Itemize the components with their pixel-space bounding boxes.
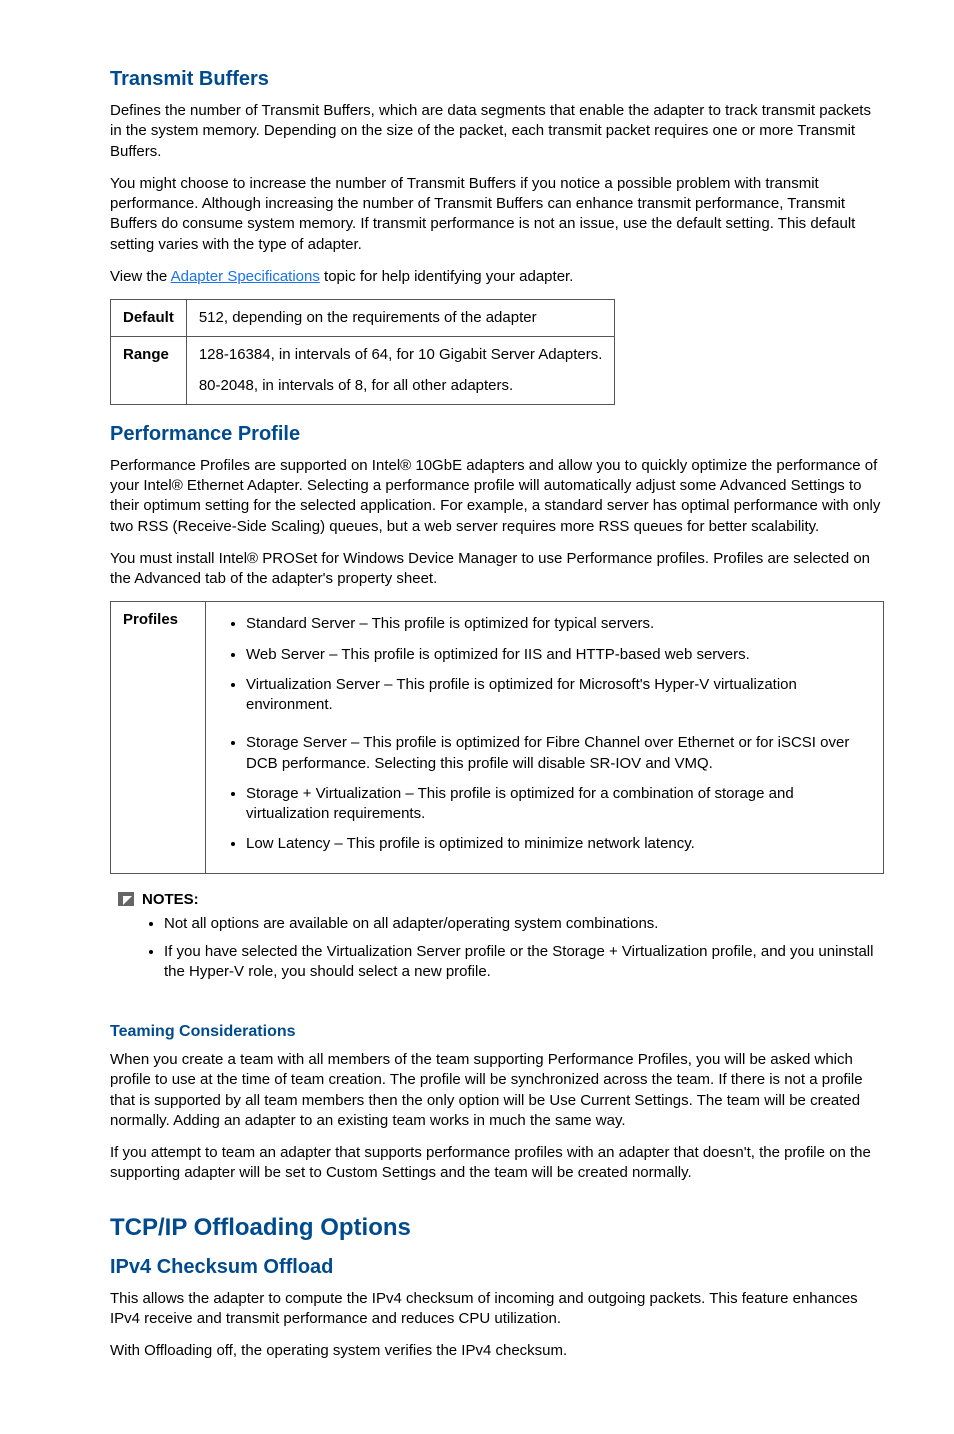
paragraph: If you attempt to team an adapter that s… — [110, 1143, 884, 1184]
paragraph: You might choose to increase the number … — [110, 174, 884, 255]
heading-teaming-considerations: Teaming Considerations — [110, 1021, 884, 1043]
table-row: Range 128-16384, in intervals of 64, for… — [111, 337, 615, 405]
list-item: Not all options are available on all ada… — [164, 914, 884, 934]
list-item: Standard Server – This profile is optimi… — [246, 614, 871, 634]
heading-performance-profile: Performance Profile — [110, 421, 884, 448]
profiles-table: Profiles Standard Server – This profile … — [110, 601, 884, 873]
paragraph: When you create a team with all members … — [110, 1050, 884, 1131]
paragraph: Defines the number of Transmit Buffers, … — [110, 101, 884, 162]
paragraph: You must install Intel® PROSet for Windo… — [110, 549, 884, 590]
notes-title: NOTES: — [142, 891, 199, 908]
heading-transmit-buffers: Transmit Buffers — [110, 66, 884, 93]
paragraph: With Offloading off, the operating syste… — [110, 1341, 884, 1361]
notes-block: NOTES: Not all options are available on … — [110, 890, 884, 991]
table-row: Profiles Standard Server – This profile … — [111, 602, 884, 873]
cell-value: Standard Server – This profile is optimi… — [206, 602, 884, 873]
adapter-specifications-link[interactable]: Adapter Specifications — [171, 268, 320, 285]
notes-list: Not all options are available on all ada… — [142, 914, 884, 983]
paragraph: View the Adapter Specifications topic fo… — [110, 267, 884, 287]
text: 128-16384, in intervals of 64, for 10 Gi… — [199, 345, 603, 365]
cell-label: Profiles — [111, 602, 206, 873]
table-row: Default 512, depending on the requiremen… — [111, 300, 615, 337]
list-item: If you have selected the Virtualization … — [164, 942, 884, 983]
list-item: Virtualization Server – This profile is … — [246, 675, 871, 716]
cell-value: 128-16384, in intervals of 64, for 10 Gi… — [186, 337, 615, 405]
cell-value: 512, depending on the requirements of th… — [186, 300, 615, 337]
text: View the — [110, 268, 171, 285]
cell-label: Default — [111, 300, 187, 337]
list-item: Low Latency – This profile is optimized … — [246, 834, 871, 854]
cell-label: Range — [111, 337, 187, 405]
heading-ipv4-checksum-offload: IPv4 Checksum Offload — [110, 1254, 884, 1281]
transmit-buffers-table: Default 512, depending on the requiremen… — [110, 299, 615, 405]
paragraph: This allows the adapter to compute the I… — [110, 1289, 884, 1330]
text: topic for help identifying your adapter. — [320, 268, 574, 285]
note-icon — [118, 892, 134, 906]
paragraph: Performance Profiles are supported on In… — [110, 456, 884, 537]
list-item: Storage + Virtualization – This profile … — [246, 784, 871, 825]
list-item: Storage Server – This profile is optimiz… — [246, 733, 871, 774]
heading-tcpip-offloading: TCP/IP Offloading Options — [110, 1212, 884, 1244]
list-item: Web Server – This profile is optimized f… — [246, 645, 871, 665]
text: 80-2048, in intervals of 8, for all othe… — [199, 376, 603, 396]
profiles-list: Standard Server – This profile is optimi… — [218, 614, 871, 854]
